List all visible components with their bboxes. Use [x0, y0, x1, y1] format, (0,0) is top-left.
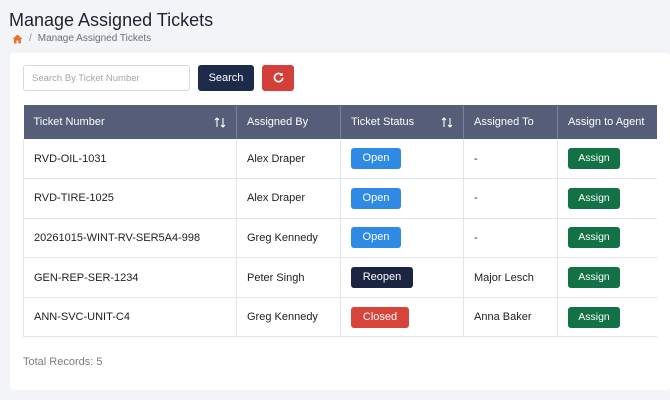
breadcrumb-separator: / [29, 33, 32, 44]
breadcrumb-current: Manage Assigned Tickets [37, 33, 152, 44]
page-title: Manage Assigned Tickets [9, 10, 214, 30]
cell-assigned-by: Greg Kennedy [236, 218, 341, 259]
status-badge[interactable]: Open [351, 227, 401, 249]
cell-assign-action: Assign [557, 218, 657, 259]
table-header-row: Ticket Number Assigned By Ticket Status [23, 105, 657, 139]
table-row: RVD-TIRE-1025 Alex Draper Open - Assign [23, 178, 657, 219]
cell-assigned-to: Major Lesch [463, 257, 558, 298]
refresh-icon [273, 71, 284, 86]
column-header-ticket-status[interactable]: Ticket Status [340, 105, 464, 139]
column-header-assign-to-agent: Assign to Agent [557, 105, 657, 139]
cell-ticket-number: 20261015-WINT-RV-SER5A4-998 [23, 218, 237, 259]
cell-assigned-to: - [463, 139, 558, 180]
tickets-card: Search Ticket Number [10, 53, 670, 390]
assign-button[interactable]: Assign [568, 187, 620, 209]
cell-assigned-to: - [463, 218, 558, 259]
search-toolbar: Search [23, 65, 294, 91]
cell-ticket-status: Open [340, 139, 464, 180]
cell-assigned-by: Alex Draper [236, 178, 341, 219]
table-row: 20261015-WINT-RV-SER5A4-998 Greg Kennedy… [23, 218, 657, 259]
assign-button[interactable]: Assign [568, 267, 620, 289]
column-header-assigned-to: Assigned To [463, 105, 558, 139]
tickets-table: Ticket Number Assigned By Ticket Status [23, 105, 657, 338]
cell-ticket-number: RVD-OIL-1031 [23, 139, 237, 180]
tickets-table-wrapper: Ticket Number Assigned By Ticket Status [23, 105, 657, 338]
table-row: RVD-OIL-1031 Alex Draper Open - Assign [23, 139, 657, 180]
cell-assigned-by: Alex Draper [236, 139, 341, 180]
cell-assigned-by: Greg Kennedy [236, 297, 341, 338]
cell-ticket-number: ANN-SVC-UNIT-C4 [23, 297, 237, 338]
table-row: ANN-SVC-UNIT-C4 Greg Kennedy Closed Anna… [23, 297, 657, 338]
cell-ticket-status: Open [340, 218, 464, 259]
status-badge[interactable]: Closed [351, 306, 409, 328]
sort-icon[interactable] [441, 116, 453, 128]
total-records: Total Records: 5 [23, 356, 103, 368]
cell-assign-action: Assign [557, 257, 657, 298]
cell-ticket-number: RVD-TIRE-1025 [23, 178, 237, 219]
home-icon[interactable] [12, 34, 23, 44]
assign-button[interactable]: Assign [568, 227, 620, 249]
assign-button[interactable]: Assign [568, 148, 620, 170]
cell-ticket-number: GEN-REP-SER-1234 [23, 257, 237, 298]
column-header-assigned-by: Assigned By [236, 105, 341, 139]
cell-ticket-status: Closed [340, 297, 464, 338]
cell-assigned-to: - [463, 178, 558, 219]
cell-ticket-status: Reopen [340, 257, 464, 298]
search-button[interactable]: Search [198, 65, 254, 91]
cell-ticket-status: Open [340, 178, 464, 219]
status-badge[interactable]: Open [351, 148, 401, 170]
column-header-ticket-number[interactable]: Ticket Number [23, 105, 237, 139]
assign-button[interactable]: Assign [568, 306, 620, 328]
breadcrumb: / Manage Assigned Tickets [12, 33, 151, 44]
status-badge[interactable]: Open [351, 187, 401, 209]
refresh-button[interactable] [262, 65, 294, 91]
cell-assign-action: Assign [557, 178, 657, 219]
cell-assign-action: Assign [557, 297, 657, 338]
sort-icon[interactable] [214, 116, 226, 128]
status-badge[interactable]: Reopen [351, 267, 413, 289]
cell-assign-action: Assign [557, 139, 657, 180]
cell-assigned-by: Peter Singh [236, 257, 341, 298]
cell-assigned-to: Anna Baker [463, 297, 558, 338]
search-input[interactable] [23, 65, 190, 91]
table-row: GEN-REP-SER-1234 Peter Singh Reopen Majo… [23, 257, 657, 298]
